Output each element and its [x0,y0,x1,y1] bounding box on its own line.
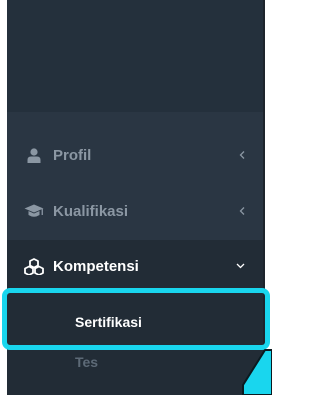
chevron-left-icon [239,151,245,160]
sidebar-header [7,0,263,112]
sidebar-item-label: Profil [53,146,92,164]
screenshot-frame: Profil Kualifikasi Kompetensi Sertifikas… [0,0,272,395]
graduation-cap-icon [24,203,44,219]
sidebar: Profil Kualifikasi Kompetensi Sertifikas… [7,0,263,395]
chevron-down-icon [236,263,245,269]
submenu-item-tes[interactable]: Tes [7,342,263,382]
submenu-item-label: Tes [75,354,99,370]
sidebar-edge [263,0,265,395]
kompetensi-submenu: Sertifikasi Tes [7,290,263,395]
sidebar-item-kompetensi[interactable]: Kompetensi [7,240,263,292]
sidebar-item-label: Kualifikasi [53,202,129,220]
sidebar-item-kualifikasi[interactable]: Kualifikasi [7,182,263,240]
user-icon [24,147,44,163]
sidebar-item-label: Kompetensi [53,257,139,275]
chevron-left-icon [239,207,245,216]
cubes-icon [24,257,44,275]
submenu-item-sertifikasi[interactable]: Sertifikasi [7,302,263,342]
sidebar-item-profil[interactable]: Profil [7,126,263,184]
submenu-item-label: Sertifikasi [75,314,142,330]
